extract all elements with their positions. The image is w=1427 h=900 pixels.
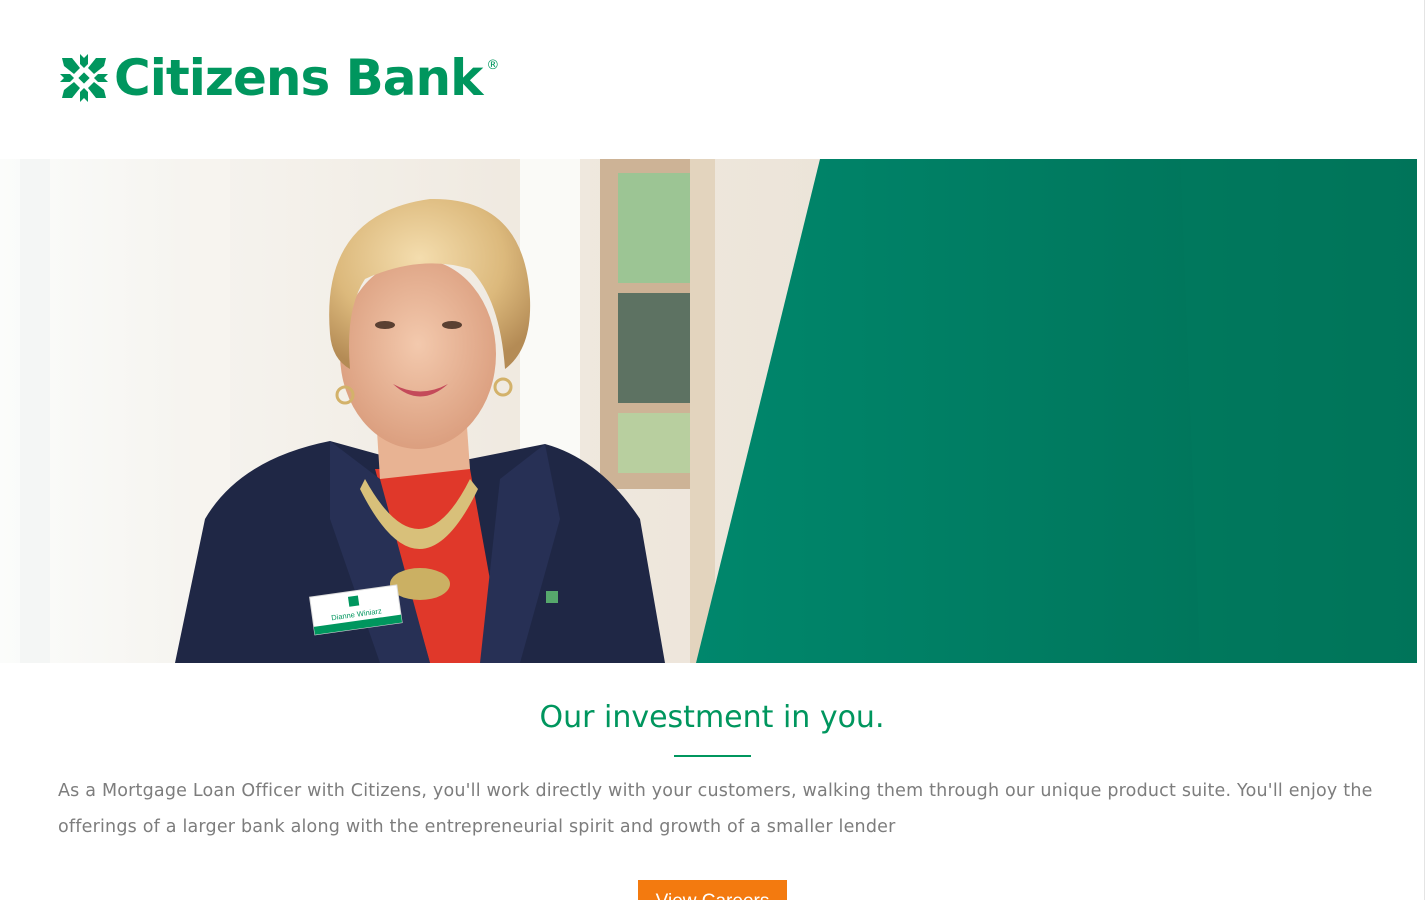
hero-image: Dianne Winiarz: [0, 159, 1417, 663]
section-headline: Our investment in you.: [539, 700, 885, 735]
view-careers-button[interactable]: View Careers: [638, 880, 787, 900]
hero-banner: Dianne Winiarz: [0, 159, 1417, 663]
citizens-logo-icon: [60, 54, 108, 102]
page: Citizens Bank ® Dianne Winiarz Our inves…: [0, 0, 1427, 900]
scrollbar-edge: [1424, 0, 1425, 900]
section-body-text: As a Mortgage Loan Officer with Citizens…: [58, 781, 1373, 837]
headline-underline: [674, 755, 751, 757]
citizens-bank-logo[interactable]: Citizens Bank ®: [60, 48, 499, 108]
logo-wordmark: Citizens Bank: [114, 49, 483, 107]
registered-mark: ®: [486, 58, 500, 73]
